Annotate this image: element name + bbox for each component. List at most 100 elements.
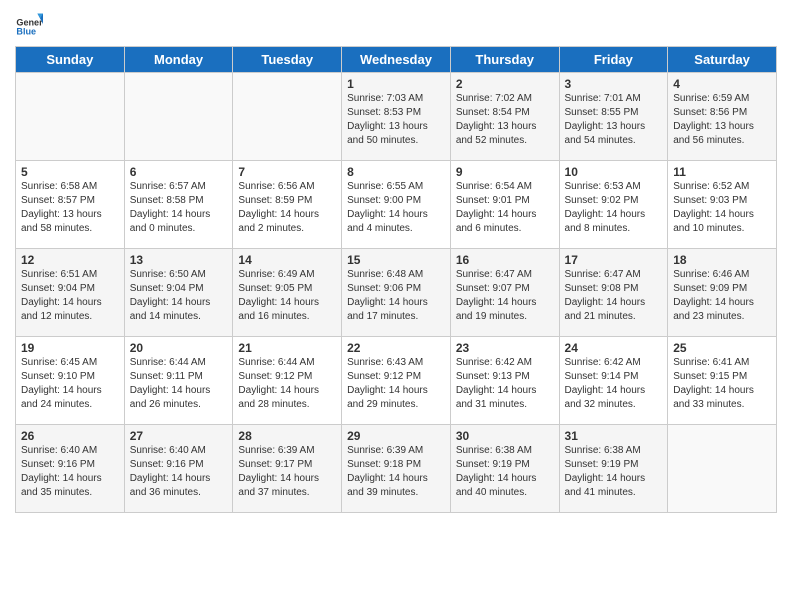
calendar-cell: 31Sunrise: 6:38 AM Sunset: 9:19 PM Dayli… <box>559 425 668 513</box>
day-number: 20 <box>130 341 228 355</box>
day-number: 7 <box>238 165 336 179</box>
general-blue-icon: General Blue <box>15 10 43 38</box>
calendar-week-row: 26Sunrise: 6:40 AM Sunset: 9:16 PM Dayli… <box>16 425 777 513</box>
weekday-header-monday: Monday <box>124 47 233 73</box>
calendar-table: SundayMondayTuesdayWednesdayThursdayFrid… <box>15 46 777 513</box>
day-number: 26 <box>21 429 119 443</box>
svg-text:Blue: Blue <box>16 27 36 37</box>
calendar-cell: 17Sunrise: 6:47 AM Sunset: 9:08 PM Dayli… <box>559 249 668 337</box>
calendar-cell <box>233 73 342 161</box>
weekday-header-row: SundayMondayTuesdayWednesdayThursdayFrid… <box>16 47 777 73</box>
day-number: 3 <box>565 77 663 91</box>
day-info: Sunrise: 6:56 AM Sunset: 8:59 PM Dayligh… <box>238 180 336 236</box>
day-info: Sunrise: 6:44 AM Sunset: 9:11 PM Dayligh… <box>130 356 228 412</box>
day-number: 17 <box>565 253 663 267</box>
day-number: 23 <box>456 341 554 355</box>
day-info: Sunrise: 6:57 AM Sunset: 8:58 PM Dayligh… <box>130 180 228 236</box>
day-info: Sunrise: 7:02 AM Sunset: 8:54 PM Dayligh… <box>456 92 554 148</box>
calendar-cell <box>668 425 777 513</box>
day-number: 21 <box>238 341 336 355</box>
weekday-header-sunday: Sunday <box>16 47 125 73</box>
day-info: Sunrise: 6:55 AM Sunset: 9:00 PM Dayligh… <box>347 180 445 236</box>
day-number: 2 <box>456 77 554 91</box>
calendar-cell <box>16 73 125 161</box>
calendar-cell: 19Sunrise: 6:45 AM Sunset: 9:10 PM Dayli… <box>16 337 125 425</box>
day-number: 1 <box>347 77 445 91</box>
calendar-cell: 14Sunrise: 6:49 AM Sunset: 9:05 PM Dayli… <box>233 249 342 337</box>
day-info: Sunrise: 6:39 AM Sunset: 9:17 PM Dayligh… <box>238 444 336 500</box>
calendar-cell: 5Sunrise: 6:58 AM Sunset: 8:57 PM Daylig… <box>16 161 125 249</box>
day-info: Sunrise: 6:59 AM Sunset: 8:56 PM Dayligh… <box>673 92 771 148</box>
day-info: Sunrise: 6:41 AM Sunset: 9:15 PM Dayligh… <box>673 356 771 412</box>
day-info: Sunrise: 6:53 AM Sunset: 9:02 PM Dayligh… <box>565 180 663 236</box>
day-number: 8 <box>347 165 445 179</box>
calendar-cell: 18Sunrise: 6:46 AM Sunset: 9:09 PM Dayli… <box>668 249 777 337</box>
day-info: Sunrise: 7:01 AM Sunset: 8:55 PM Dayligh… <box>565 92 663 148</box>
calendar-cell: 21Sunrise: 6:44 AM Sunset: 9:12 PM Dayli… <box>233 337 342 425</box>
calendar-week-row: 12Sunrise: 6:51 AM Sunset: 9:04 PM Dayli… <box>16 249 777 337</box>
day-number: 4 <box>673 77 771 91</box>
calendar-cell: 28Sunrise: 6:39 AM Sunset: 9:17 PM Dayli… <box>233 425 342 513</box>
calendar-cell: 26Sunrise: 6:40 AM Sunset: 9:16 PM Dayli… <box>16 425 125 513</box>
calendar-cell: 23Sunrise: 6:42 AM Sunset: 9:13 PM Dayli… <box>450 337 559 425</box>
day-info: Sunrise: 6:52 AM Sunset: 9:03 PM Dayligh… <box>673 180 771 236</box>
calendar-cell: 20Sunrise: 6:44 AM Sunset: 9:11 PM Dayli… <box>124 337 233 425</box>
day-info: Sunrise: 6:50 AM Sunset: 9:04 PM Dayligh… <box>130 268 228 324</box>
calendar-cell: 4Sunrise: 6:59 AM Sunset: 8:56 PM Daylig… <box>668 73 777 161</box>
calendar-cell: 16Sunrise: 6:47 AM Sunset: 9:07 PM Dayli… <box>450 249 559 337</box>
calendar-cell: 15Sunrise: 6:48 AM Sunset: 9:06 PM Dayli… <box>342 249 451 337</box>
day-number: 14 <box>238 253 336 267</box>
weekday-header-saturday: Saturday <box>668 47 777 73</box>
day-number: 31 <box>565 429 663 443</box>
calendar-cell: 1Sunrise: 7:03 AM Sunset: 8:53 PM Daylig… <box>342 73 451 161</box>
day-number: 16 <box>456 253 554 267</box>
calendar-cell: 24Sunrise: 6:42 AM Sunset: 9:14 PM Dayli… <box>559 337 668 425</box>
day-number: 28 <box>238 429 336 443</box>
calendar-cell: 13Sunrise: 6:50 AM Sunset: 9:04 PM Dayli… <box>124 249 233 337</box>
calendar-cell: 25Sunrise: 6:41 AM Sunset: 9:15 PM Dayli… <box>668 337 777 425</box>
day-number: 9 <box>456 165 554 179</box>
day-number: 22 <box>347 341 445 355</box>
day-number: 24 <box>565 341 663 355</box>
calendar-cell: 22Sunrise: 6:43 AM Sunset: 9:12 PM Dayli… <box>342 337 451 425</box>
calendar-week-row: 19Sunrise: 6:45 AM Sunset: 9:10 PM Dayli… <box>16 337 777 425</box>
weekday-header-tuesday: Tuesday <box>233 47 342 73</box>
header: General Blue <box>15 10 777 38</box>
day-info: Sunrise: 6:48 AM Sunset: 9:06 PM Dayligh… <box>347 268 445 324</box>
calendar-cell: 10Sunrise: 6:53 AM Sunset: 9:02 PM Dayli… <box>559 161 668 249</box>
calendar-cell <box>124 73 233 161</box>
weekday-header-thursday: Thursday <box>450 47 559 73</box>
calendar-cell: 30Sunrise: 6:38 AM Sunset: 9:19 PM Dayli… <box>450 425 559 513</box>
calendar-week-row: 5Sunrise: 6:58 AM Sunset: 8:57 PM Daylig… <box>16 161 777 249</box>
calendar-cell: 27Sunrise: 6:40 AM Sunset: 9:16 PM Dayli… <box>124 425 233 513</box>
day-number: 19 <box>21 341 119 355</box>
day-info: Sunrise: 6:49 AM Sunset: 9:05 PM Dayligh… <box>238 268 336 324</box>
calendar-cell: 6Sunrise: 6:57 AM Sunset: 8:58 PM Daylig… <box>124 161 233 249</box>
day-info: Sunrise: 6:44 AM Sunset: 9:12 PM Dayligh… <box>238 356 336 412</box>
calendar-cell: 8Sunrise: 6:55 AM Sunset: 9:00 PM Daylig… <box>342 161 451 249</box>
day-number: 27 <box>130 429 228 443</box>
day-info: Sunrise: 6:38 AM Sunset: 9:19 PM Dayligh… <box>565 444 663 500</box>
day-number: 12 <box>21 253 119 267</box>
day-info: Sunrise: 6:40 AM Sunset: 9:16 PM Dayligh… <box>130 444 228 500</box>
day-number: 30 <box>456 429 554 443</box>
day-info: Sunrise: 6:40 AM Sunset: 9:16 PM Dayligh… <box>21 444 119 500</box>
logo: General Blue <box>15 10 47 38</box>
day-info: Sunrise: 6:45 AM Sunset: 9:10 PM Dayligh… <box>21 356 119 412</box>
page: General Blue SundayMondayTuesdayWednesda… <box>0 0 792 612</box>
day-info: Sunrise: 6:51 AM Sunset: 9:04 PM Dayligh… <box>21 268 119 324</box>
day-number: 15 <box>347 253 445 267</box>
calendar-cell: 12Sunrise: 6:51 AM Sunset: 9:04 PM Dayli… <box>16 249 125 337</box>
day-number: 25 <box>673 341 771 355</box>
day-info: Sunrise: 6:38 AM Sunset: 9:19 PM Dayligh… <box>456 444 554 500</box>
calendar-week-row: 1Sunrise: 7:03 AM Sunset: 8:53 PM Daylig… <box>16 73 777 161</box>
day-info: Sunrise: 6:43 AM Sunset: 9:12 PM Dayligh… <box>347 356 445 412</box>
day-info: Sunrise: 6:42 AM Sunset: 9:13 PM Dayligh… <box>456 356 554 412</box>
calendar-cell: 9Sunrise: 6:54 AM Sunset: 9:01 PM Daylig… <box>450 161 559 249</box>
day-info: Sunrise: 6:58 AM Sunset: 8:57 PM Dayligh… <box>21 180 119 236</box>
day-info: Sunrise: 6:54 AM Sunset: 9:01 PM Dayligh… <box>456 180 554 236</box>
day-number: 11 <box>673 165 771 179</box>
day-number: 6 <box>130 165 228 179</box>
calendar-cell: 7Sunrise: 6:56 AM Sunset: 8:59 PM Daylig… <box>233 161 342 249</box>
day-number: 29 <box>347 429 445 443</box>
